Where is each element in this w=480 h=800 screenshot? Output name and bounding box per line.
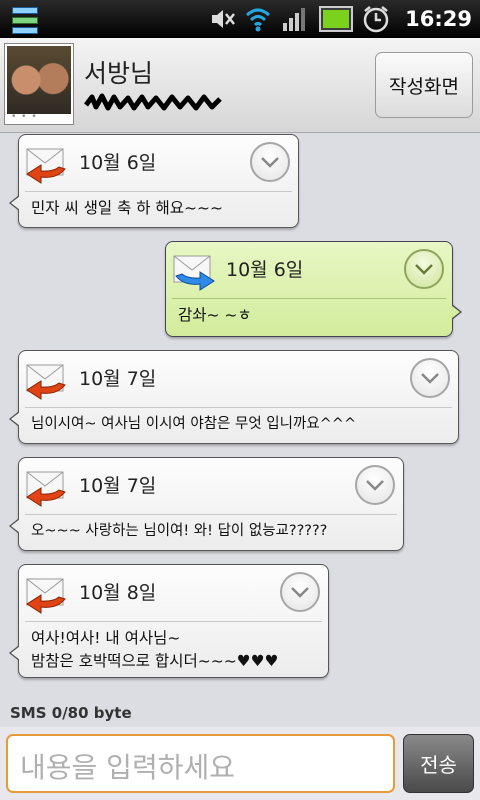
redacted-phone-number <box>84 93 222 111</box>
message-date: 10월 7일 <box>79 368 157 390</box>
received-message-icon <box>26 471 66 507</box>
chevron-down-icon <box>366 480 384 491</box>
expand-message-button[interactable] <box>404 249 444 289</box>
avatar[interactable]: • • • <box>4 43 74 125</box>
message-bubble[interactable]: 10월 6일 민자 씨 생일 축 하 해요~~~ <box>9 134 299 228</box>
sent-message-icon <box>173 255 215 291</box>
message-bubble[interactable]: 10월 8일 여사!여사! 내 여사님~ 밤참은 호박떡으로 합시더~~~♥♥♥ <box>9 564 329 678</box>
contact-photo <box>7 46 71 114</box>
signal-icon <box>283 8 306 31</box>
message-bubble[interactable]: 10월 7일 오~~~ 사랑하는 님이여! 와! 답이 없능교????? <box>9 457 404 551</box>
chevron-down-icon <box>415 264 433 275</box>
message-text: 민자 씨 생일 축 하 해요~~~ <box>31 199 223 217</box>
message-input[interactable]: 내용을 입력하세요 <box>6 734 395 793</box>
message-date: 10월 8일 <box>79 582 157 604</box>
sms-byte-counter: SMS 0/80 byte <box>10 704 132 722</box>
message-bubble[interactable]: 10월 7일 님이시여~ 여사님 이시여 야참은 무엇 입니까요^^^ <box>9 350 459 444</box>
compose-bar: 내용을 입력하세요 전송 <box>0 727 480 800</box>
alarm-icon <box>363 6 389 33</box>
chevron-down-icon <box>291 587 309 598</box>
expand-message-button[interactable] <box>355 465 395 505</box>
message-text: 감솨~ ~ㅎ <box>178 306 252 324</box>
expand-message-button[interactable] <box>410 358 450 398</box>
message-date: 10월 6일 <box>79 152 157 174</box>
contact-name: 서방님 <box>84 59 154 88</box>
message-text: 님이시여~ 여사님 이시여 야참은 무엇 입니까요^^^ <box>31 416 357 432</box>
avatar-badge: • • • <box>11 112 38 122</box>
received-message-icon <box>26 578 66 614</box>
clock: 16:29 <box>405 7 472 31</box>
received-message-icon <box>26 364 66 400</box>
message-date: 10월 6일 <box>226 259 304 281</box>
app-icon <box>12 7 38 34</box>
expand-message-button[interactable] <box>250 142 290 182</box>
chevron-down-icon <box>421 373 439 384</box>
message-text: 오~~~ 사랑하는 님이여! 와! 답이 없능교????? <box>31 523 328 539</box>
message-text: 여사!여사! 내 여사님~ 밤참은 호박떡으로 합시더~~~♥♥♥ <box>31 629 279 670</box>
status-bar: 16:29 <box>0 0 480 38</box>
chevron-down-icon <box>261 157 279 168</box>
compose-screen-button[interactable]: 작성화면 <box>375 52 473 118</box>
mute-icon <box>212 10 236 28</box>
wifi-icon <box>246 8 271 32</box>
message-date: 10월 7일 <box>79 475 157 497</box>
message-bubble[interactable]: 10월 6일 감솨~ ~ㅎ <box>165 241 462 337</box>
conversation-header: • • • 서방님 작성화면 <box>0 38 480 133</box>
received-message-icon <box>26 148 66 184</box>
send-button[interactable]: 전송 <box>403 734 474 793</box>
expand-message-button[interactable] <box>280 572 320 612</box>
battery-icon <box>319 6 354 32</box>
